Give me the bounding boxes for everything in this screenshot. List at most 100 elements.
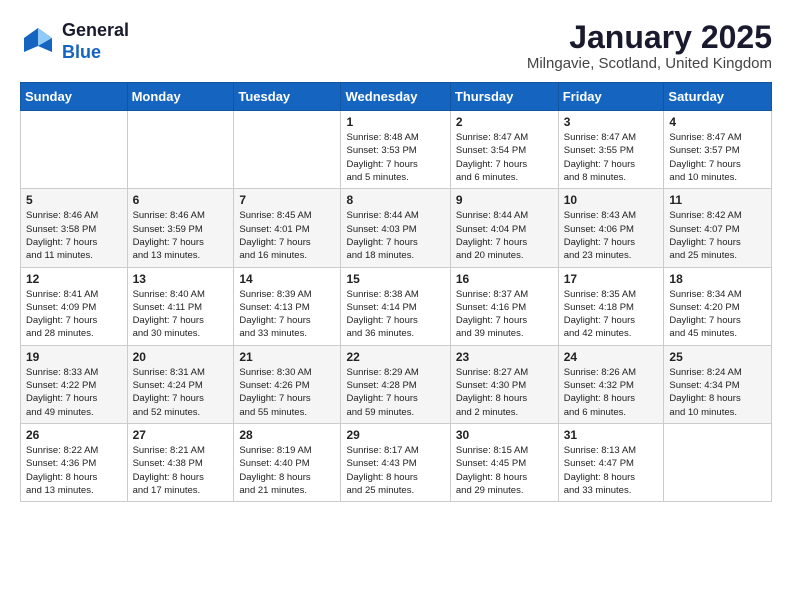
day-header-saturday: Saturday [664, 83, 772, 111]
calendar-cell: 29 Sunrise: 8:17 AM Sunset: 4:43 PM Dayli… [341, 423, 450, 501]
day-header-sunday: Sunday [21, 83, 128, 111]
day-number: 30 [456, 428, 553, 442]
logo-text: General Blue [62, 20, 129, 63]
day-info: Sunrise: 8:34 AM Sunset: 4:20 PM Dayligh… [669, 288, 766, 341]
day-info: Sunrise: 8:42 AM Sunset: 4:07 PM Dayligh… [669, 209, 766, 262]
day-number: 22 [346, 350, 444, 364]
calendar: SundayMondayTuesdayWednesdayThursdayFrid… [20, 82, 772, 502]
day-number: 23 [456, 350, 553, 364]
calendar-cell [21, 111, 128, 189]
day-number: 3 [564, 115, 659, 129]
week-row-3: 12 Sunrise: 8:41 AM Sunset: 4:09 PM Dayli… [21, 267, 772, 345]
day-info: Sunrise: 8:46 AM Sunset: 3:59 PM Dayligh… [133, 209, 229, 262]
calendar-cell: 15 Sunrise: 8:38 AM Sunset: 4:14 PM Dayli… [341, 267, 450, 345]
day-info: Sunrise: 8:29 AM Sunset: 4:28 PM Dayligh… [346, 366, 444, 419]
day-number: 2 [456, 115, 553, 129]
day-number: 24 [564, 350, 659, 364]
calendar-body: 1Sunrise: 8:48 AM Sunset: 3:53 PM Daylig… [21, 111, 772, 502]
calendar-cell: 21 Sunrise: 8:30 AM Sunset: 4:26 PM Dayli… [234, 345, 341, 423]
day-number: 9 [456, 193, 553, 207]
calendar-cell: 6Sunrise: 8:46 AM Sunset: 3:59 PM Daylig… [127, 189, 234, 267]
week-row-1: 1Sunrise: 8:48 AM Sunset: 3:53 PM Daylig… [21, 111, 772, 189]
calendar-cell: 5 Sunrise: 8:46 AM Sunset: 3:58 PM Daylig… [21, 189, 128, 267]
day-info: Sunrise: 8:41 AM Sunset: 4:09 PM Dayligh… [26, 288, 122, 341]
day-info: Sunrise: 8:24 AM Sunset: 4:34 PM Dayligh… [669, 366, 766, 419]
day-number: 28 [239, 428, 335, 442]
calendar-cell: 20 Sunrise: 8:31 AM Sunset: 4:24 PM Dayli… [127, 345, 234, 423]
day-number: 15 [346, 272, 444, 286]
day-info: Sunrise: 8:35 AM Sunset: 4:18 PM Dayligh… [564, 288, 659, 341]
calendar-cell: 2Sunrise: 8:47 AM Sunset: 3:54 PM Daylig… [450, 111, 558, 189]
day-info: Sunrise: 8:45 AM Sunset: 4:01 PM Dayligh… [239, 209, 335, 262]
day-info: Sunrise: 8:26 AM Sunset: 4:32 PM Dayligh… [564, 366, 659, 419]
calendar-cell: 27Sunrise: 8:21 AM Sunset: 4:38 PM Dayli… [127, 423, 234, 501]
day-info: Sunrise: 8:21 AM Sunset: 4:38 PM Dayligh… [133, 444, 229, 497]
day-number: 21 [239, 350, 335, 364]
calendar-cell: 7 Sunrise: 8:45 AM Sunset: 4:01 PM Daylig… [234, 189, 341, 267]
calendar-cell: 30Sunrise: 8:15 AM Sunset: 4:45 PM Dayli… [450, 423, 558, 501]
day-number: 7 [239, 193, 335, 207]
logo-icon [20, 24, 56, 60]
day-number: 16 [456, 272, 553, 286]
week-row-5: 26Sunrise: 8:22 AM Sunset: 4:36 PM Dayli… [21, 423, 772, 501]
page-header: General Blue January 2025 Milngavie, Sco… [20, 20, 772, 72]
day-number: 13 [133, 272, 229, 286]
day-info: Sunrise: 8:13 AM Sunset: 4:47 PM Dayligh… [564, 444, 659, 497]
day-info: Sunrise: 8:47 AM Sunset: 3:55 PM Dayligh… [564, 131, 659, 184]
day-number: 29 [346, 428, 444, 442]
day-info: Sunrise: 8:17 AM Sunset: 4:43 PM Dayligh… [346, 444, 444, 497]
calendar-cell: 11 Sunrise: 8:42 AM Sunset: 4:07 PM Dayli… [664, 189, 772, 267]
logo: General Blue [20, 20, 129, 63]
day-header-monday: Monday [127, 83, 234, 111]
day-header-row: SundayMondayTuesdayWednesdayThursdayFrid… [21, 83, 772, 111]
day-number: 18 [669, 272, 766, 286]
day-number: 31 [564, 428, 659, 442]
calendar-cell [234, 111, 341, 189]
day-number: 20 [133, 350, 229, 364]
day-header-wednesday: Wednesday [341, 83, 450, 111]
calendar-cell: 8Sunrise: 8:44 AM Sunset: 4:03 PM Daylig… [341, 189, 450, 267]
calendar-cell: 19Sunrise: 8:33 AM Sunset: 4:22 PM Dayli… [21, 345, 128, 423]
calendar-cell: 24 Sunrise: 8:26 AM Sunset: 4:32 PM Dayli… [558, 345, 664, 423]
day-number: 10 [564, 193, 659, 207]
calendar-cell: 4 Sunrise: 8:47 AM Sunset: 3:57 PM Daylig… [664, 111, 772, 189]
calendar-cell: 23Sunrise: 8:27 AM Sunset: 4:30 PM Dayli… [450, 345, 558, 423]
calendar-cell: 26Sunrise: 8:22 AM Sunset: 4:36 PM Dayli… [21, 423, 128, 501]
calendar-cell: 13 Sunrise: 8:40 AM Sunset: 4:11 PM Dayli… [127, 267, 234, 345]
day-header-tuesday: Tuesday [234, 83, 341, 111]
day-info: Sunrise: 8:19 AM Sunset: 4:40 PM Dayligh… [239, 444, 335, 497]
day-number: 11 [669, 193, 766, 207]
day-info: Sunrise: 8:46 AM Sunset: 3:58 PM Dayligh… [26, 209, 122, 262]
location: Milngavie, Scotland, United Kingdom [527, 55, 772, 72]
day-info: Sunrise: 8:37 AM Sunset: 4:16 PM Dayligh… [456, 288, 553, 341]
day-info: Sunrise: 8:31 AM Sunset: 4:24 PM Dayligh… [133, 366, 229, 419]
calendar-header: SundayMondayTuesdayWednesdayThursdayFrid… [21, 83, 772, 111]
calendar-cell: 18 Sunrise: 8:34 AM Sunset: 4:20 PM Dayli… [664, 267, 772, 345]
day-number: 12 [26, 272, 122, 286]
day-info: Sunrise: 8:38 AM Sunset: 4:14 PM Dayligh… [346, 288, 444, 341]
calendar-cell: 9 Sunrise: 8:44 AM Sunset: 4:04 PM Daylig… [450, 189, 558, 267]
day-info: Sunrise: 8:43 AM Sunset: 4:06 PM Dayligh… [564, 209, 659, 262]
calendar-cell: 31 Sunrise: 8:13 AM Sunset: 4:47 PM Dayli… [558, 423, 664, 501]
day-info: Sunrise: 8:44 AM Sunset: 4:03 PM Dayligh… [346, 209, 444, 262]
day-number: 4 [669, 115, 766, 129]
calendar-cell [664, 423, 772, 501]
week-row-4: 19Sunrise: 8:33 AM Sunset: 4:22 PM Dayli… [21, 345, 772, 423]
day-info: Sunrise: 8:47 AM Sunset: 3:57 PM Dayligh… [669, 131, 766, 184]
calendar-cell: 12 Sunrise: 8:41 AM Sunset: 4:09 PM Dayli… [21, 267, 128, 345]
day-info: Sunrise: 8:44 AM Sunset: 4:04 PM Dayligh… [456, 209, 553, 262]
calendar-cell: 25Sunrise: 8:24 AM Sunset: 4:34 PM Dayli… [664, 345, 772, 423]
calendar-cell: 1Sunrise: 8:48 AM Sunset: 3:53 PM Daylig… [341, 111, 450, 189]
week-row-2: 5 Sunrise: 8:46 AM Sunset: 3:58 PM Daylig… [21, 189, 772, 267]
calendar-cell: 14 Sunrise: 8:39 AM Sunset: 4:13 PM Dayli… [234, 267, 341, 345]
day-number: 14 [239, 272, 335, 286]
day-info: Sunrise: 8:39 AM Sunset: 4:13 PM Dayligh… [239, 288, 335, 341]
day-number: 5 [26, 193, 122, 207]
day-number: 17 [564, 272, 659, 286]
day-info: Sunrise: 8:40 AM Sunset: 4:11 PM Dayligh… [133, 288, 229, 341]
calendar-cell: 10 Sunrise: 8:43 AM Sunset: 4:06 PM Dayli… [558, 189, 664, 267]
calendar-cell: 28 Sunrise: 8:19 AM Sunset: 4:40 PM Dayli… [234, 423, 341, 501]
day-header-thursday: Thursday [450, 83, 558, 111]
day-info: Sunrise: 8:30 AM Sunset: 4:26 PM Dayligh… [239, 366, 335, 419]
title-block: January 2025 Milngavie, Scotland, United… [527, 20, 772, 72]
